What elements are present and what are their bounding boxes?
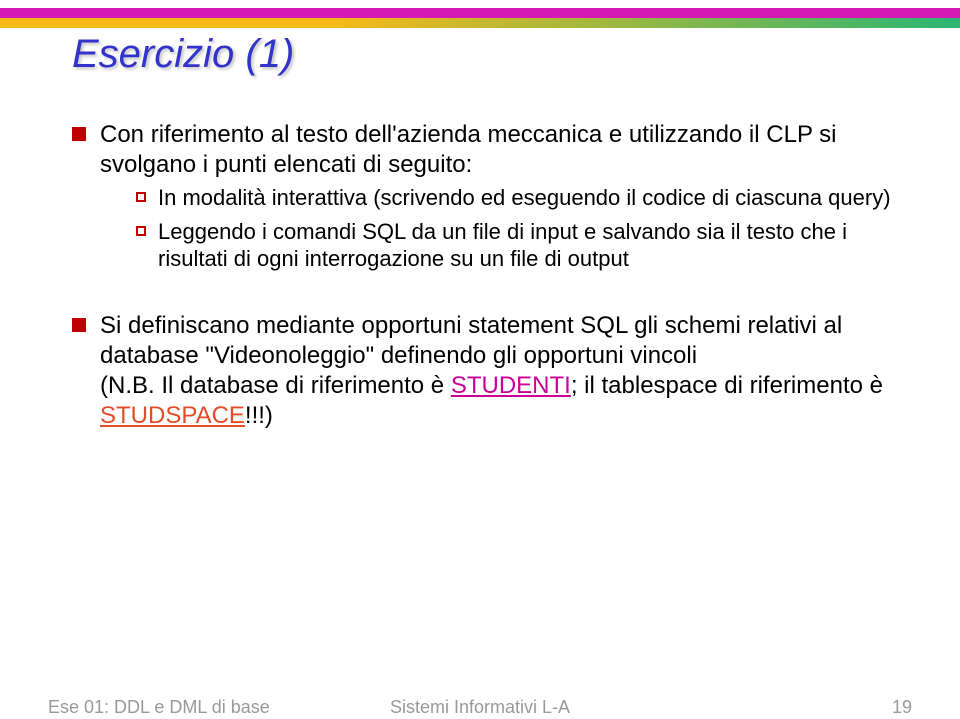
slide: Esercizio (1) Con riferimento al testo d… bbox=[0, 0, 960, 719]
slide-title: Esercizio (1) bbox=[72, 32, 294, 77]
db-reference-link: STUDENTI bbox=[451, 372, 571, 399]
footer-center: Sistemi Informativi L-A bbox=[390, 697, 570, 718]
bullet-text: In modalità interattiva (scrivendo ed es… bbox=[158, 185, 891, 210]
tablespace-reference-link: STUDSPACE bbox=[100, 402, 245, 429]
bullet-text: Con riferimento al testo dell'azienda me… bbox=[100, 121, 837, 178]
bullet-main-2: Si definiscano mediante opportuni statem… bbox=[72, 311, 896, 431]
bullet-text: Leggendo i comandi SQL da un file di inp… bbox=[158, 219, 847, 272]
slide-content: Con riferimento al testo dell'azienda me… bbox=[72, 120, 896, 439]
nb-prefix: (N.B. Il database di riferimento è bbox=[100, 372, 451, 399]
nb-suffix: !!!) bbox=[245, 402, 273, 429]
sub-bullet-1b: Leggendo i comandi SQL da un file di inp… bbox=[136, 218, 896, 273]
sub-bullet-1a: In modalità interattiva (scrivendo ed es… bbox=[136, 184, 896, 212]
bullet-main-1: Con riferimento al testo dell'azienda me… bbox=[72, 120, 896, 273]
bullet-text: Si definiscano mediante opportuni statem… bbox=[100, 312, 842, 369]
top-rule-gradient bbox=[0, 18, 960, 28]
top-rule-magenta bbox=[0, 8, 960, 18]
footer-left: Ese 01: DDL e DML di base bbox=[48, 697, 270, 718]
nb-mid: ; il tablespace di riferimento è bbox=[571, 372, 883, 399]
page-number: 19 bbox=[892, 697, 912, 718]
